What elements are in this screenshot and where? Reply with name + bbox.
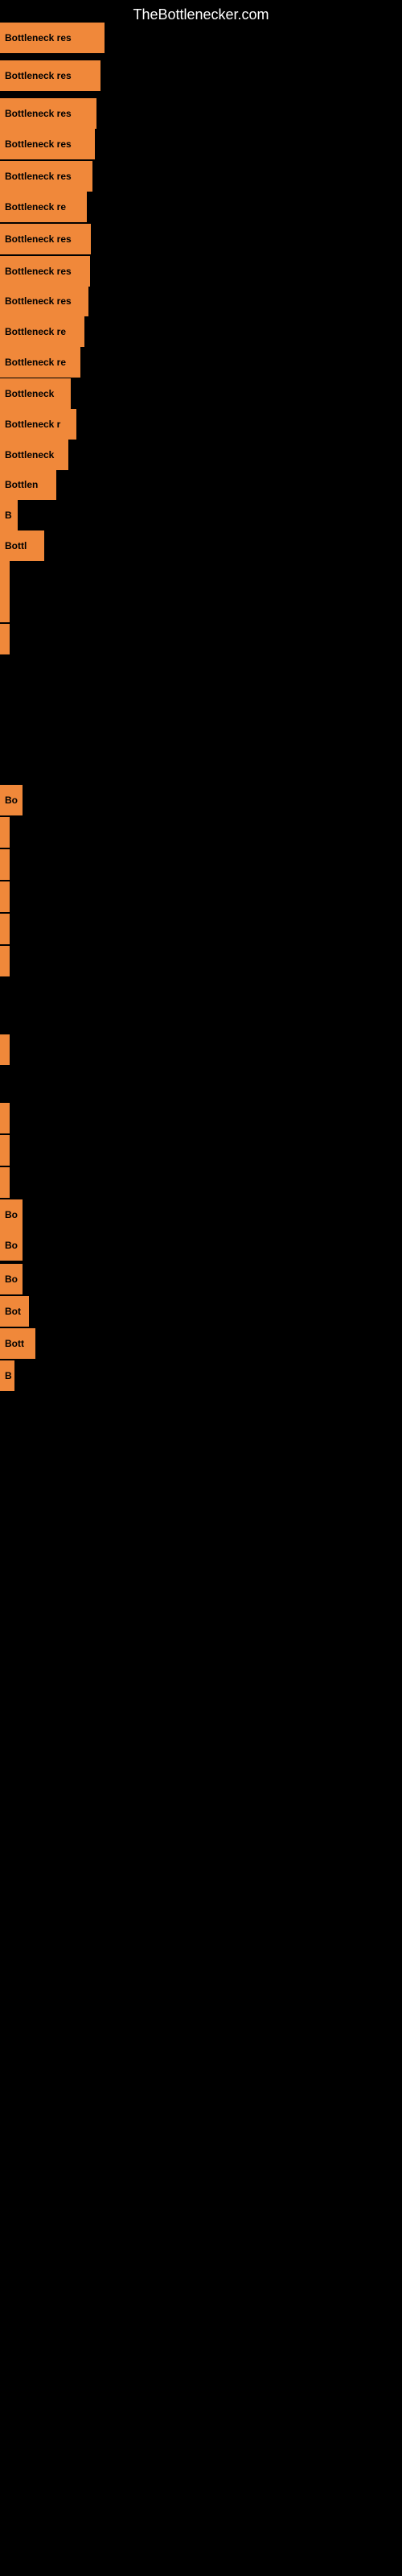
bar-item-34: Bott: [0, 1328, 35, 1359]
bar-label-13: Bottleneck: [5, 449, 54, 460]
bar-23: [0, 881, 10, 912]
bar-label-6: Bottleneck res: [5, 233, 72, 245]
bar-label-16: Bottl: [5, 540, 27, 551]
bar-label-5: Bottleneck re: [5, 201, 66, 213]
bar-item-14: Bottlen: [0, 469, 56, 500]
bar-20: Bo: [0, 785, 23, 815]
bar-label-0: Bottleneck res: [5, 32, 72, 43]
bar-9: Bottleneck re: [0, 316, 84, 347]
bar-33: Bot: [0, 1296, 29, 1327]
bar-15: B: [0, 500, 18, 530]
bar-item-15: B: [0, 500, 18, 530]
bar-item-3: Bottleneck res: [0, 129, 95, 159]
bar-item-21: [0, 817, 10, 848]
bar-label-32: Bo: [5, 1274, 18, 1285]
bar-item-12: Bottleneck r: [0, 409, 76, 440]
bar-label-9: Bottleneck re: [5, 326, 66, 337]
bar-item-2: Bottleneck res: [0, 98, 96, 129]
bar-label-1: Bottleneck res: [5, 70, 72, 81]
bar-label-12: Bottleneck r: [5, 419, 60, 430]
bar-30: Bo: [0, 1199, 23, 1230]
bar-13: Bottleneck: [0, 440, 68, 470]
bar-25: [0, 946, 10, 976]
bar-1: Bottleneck res: [0, 60, 100, 91]
bar-0: Bottleneck res: [0, 23, 105, 53]
bar-12: Bottleneck r: [0, 409, 76, 440]
bar-4: Bottleneck res: [0, 161, 92, 192]
bar-34: Bott: [0, 1328, 35, 1359]
bar-item-10: Bottleneck re: [0, 347, 80, 378]
bar-item-13: Bottleneck: [0, 440, 68, 470]
bar-19: [0, 624, 10, 654]
bar-item-4: Bottleneck res: [0, 161, 92, 192]
bar-5: Bottleneck re: [0, 192, 87, 222]
bar-item-32: Bo: [0, 1264, 23, 1294]
bar-label-20: Bo: [5, 795, 18, 806]
bar-label-8: Bottleneck res: [5, 295, 72, 307]
bar-item-35: B: [0, 1360, 14, 1391]
bar-label-30: Bo: [5, 1209, 18, 1220]
bar-24: [0, 914, 10, 944]
bar-17: [0, 561, 10, 592]
bar-item-0: Bottleneck res: [0, 23, 105, 53]
bar-26: [0, 1034, 10, 1065]
bar-item-22: [0, 849, 10, 880]
bar-35: B: [0, 1360, 14, 1391]
bar-item-19: [0, 624, 10, 654]
bar-6: Bottleneck res: [0, 224, 91, 254]
bar-label-35: B: [5, 1370, 12, 1381]
bar-27: [0, 1103, 10, 1133]
bar-item-11: Bottleneck: [0, 378, 71, 409]
bar-22: [0, 849, 10, 880]
bar-item-25: [0, 946, 10, 976]
bar-item-17: [0, 561, 10, 592]
bar-label-3: Bottleneck res: [5, 138, 72, 150]
bar-7: Bottleneck res: [0, 256, 90, 287]
bar-item-26: [0, 1034, 10, 1065]
bar-8: Bottleneck res: [0, 286, 88, 316]
bar-item-24: [0, 914, 10, 944]
bar-item-7: Bottleneck res: [0, 256, 90, 287]
bar-label-33: Bot: [5, 1306, 21, 1317]
bar-3: Bottleneck res: [0, 129, 95, 159]
bar-10: Bottleneck re: [0, 347, 80, 378]
bar-14: Bottlen: [0, 469, 56, 500]
bar-11: Bottleneck: [0, 378, 71, 409]
bar-item-31: Bo: [0, 1230, 23, 1261]
bar-item-16: Bottl: [0, 530, 44, 561]
bar-item-18: [0, 592, 10, 622]
bar-item-8: Bottleneck res: [0, 286, 88, 316]
bar-21: [0, 817, 10, 848]
bar-18: [0, 592, 10, 622]
bar-label-2: Bottleneck res: [5, 108, 72, 119]
bar-28: [0, 1135, 10, 1166]
bar-label-14: Bottlen: [5, 479, 38, 490]
bar-item-5: Bottleneck re: [0, 192, 87, 222]
bar-label-4: Bottleneck res: [5, 171, 72, 182]
bar-item-23: [0, 881, 10, 912]
bar-32: Bo: [0, 1264, 23, 1294]
bar-2: Bottleneck res: [0, 98, 96, 129]
bar-label-15: B: [5, 510, 12, 521]
bar-label-10: Bottleneck re: [5, 357, 66, 368]
bar-31: Bo: [0, 1230, 23, 1261]
bar-item-1: Bottleneck res: [0, 60, 100, 91]
bar-item-28: [0, 1135, 10, 1166]
bar-item-30: Bo: [0, 1199, 23, 1230]
bar-item-9: Bottleneck re: [0, 316, 84, 347]
bar-label-31: Bo: [5, 1240, 18, 1251]
bar-29: [0, 1167, 10, 1198]
bar-item-6: Bottleneck res: [0, 224, 91, 254]
bar-label-34: Bott: [5, 1338, 24, 1349]
bar-label-11: Bottleneck: [5, 388, 54, 399]
bar-item-33: Bot: [0, 1296, 29, 1327]
bar-label-7: Bottleneck res: [5, 266, 72, 277]
bar-item-29: [0, 1167, 10, 1198]
bar-item-20: Bo: [0, 785, 23, 815]
bar-16: Bottl: [0, 530, 44, 561]
bar-item-27: [0, 1103, 10, 1133]
